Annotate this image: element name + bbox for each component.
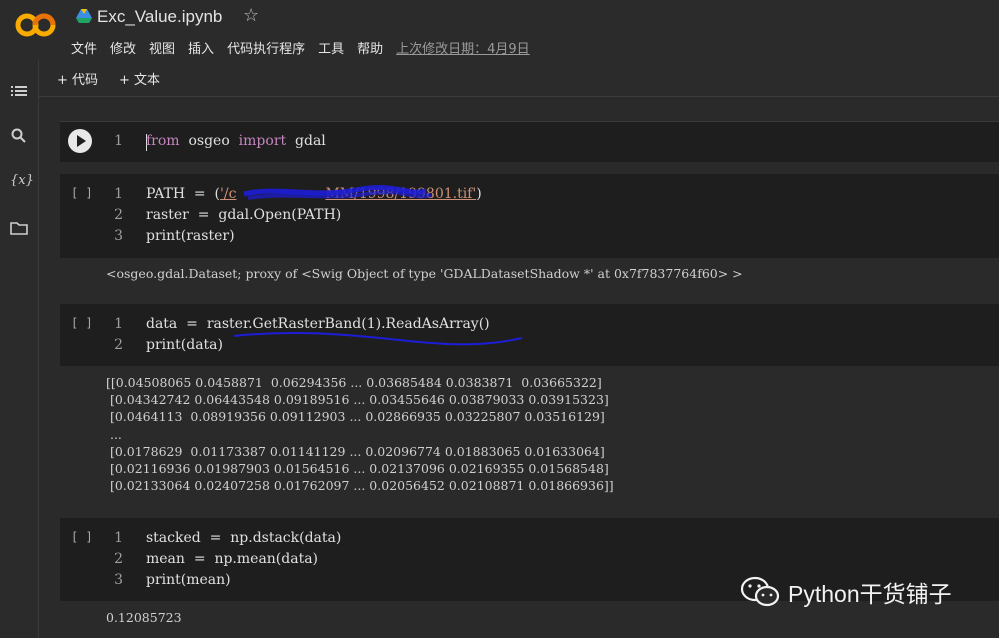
line-number: 3 bbox=[114, 572, 123, 588]
table-of-contents-icon[interactable] bbox=[10, 82, 28, 100]
code-line: print(data) bbox=[146, 337, 223, 353]
underline-scribble bbox=[233, 331, 523, 346]
code-line: raster = gdal.Open(PATH) bbox=[146, 207, 342, 223]
left-sidebar: {x} bbox=[0, 60, 39, 638]
notebook-title[interactable]: Exc_Value.ipynb bbox=[97, 7, 222, 27]
code-line: from osgeo import gdal bbox=[146, 133, 326, 149]
menu-view[interactable]: 视图 bbox=[149, 38, 175, 57]
add-text-button[interactable]: + 文本 bbox=[119, 69, 160, 88]
menu-file[interactable]: 文件 bbox=[71, 38, 97, 57]
menu-tools[interactable]: 工具 bbox=[318, 38, 344, 57]
menu-runtime[interactable]: 代码执行程序 bbox=[227, 38, 305, 57]
folder-icon[interactable] bbox=[10, 219, 28, 237]
line-number: 1 bbox=[114, 186, 123, 202]
code-line: print(raster) bbox=[146, 228, 235, 244]
code-token: osgeo bbox=[179, 133, 239, 149]
redaction-scribble bbox=[243, 184, 432, 200]
code-line: print(mean) bbox=[146, 572, 231, 588]
line-number: 2 bbox=[114, 551, 123, 567]
line-number: 1 bbox=[114, 530, 123, 546]
wechat-icon bbox=[740, 576, 780, 607]
notebook-toolbar: + 代码 + 文本 bbox=[39, 60, 999, 97]
menu-edit[interactable]: 修改 bbox=[110, 38, 136, 57]
cell-run-bracket[interactable]: [ ] bbox=[71, 530, 93, 544]
colab-logo[interactable] bbox=[14, 10, 58, 40]
cell-run-bracket[interactable]: [ ] bbox=[71, 186, 93, 200]
star-icon[interactable]: ☆ bbox=[243, 5, 259, 26]
code-line: stacked = np.dstack(data) bbox=[146, 530, 342, 546]
code-line: mean = np.mean(data) bbox=[146, 551, 319, 567]
watermark: Python干货铺子 bbox=[740, 575, 952, 609]
last-modified-link[interactable]: 上次修改日期：4月9日 bbox=[396, 38, 530, 57]
menu-bar: 文件 修改 视图 插入 代码执行程序 工具 帮助 上次修改日期：4月9日 bbox=[71, 38, 543, 57]
watermark-text: Python干货铺子 bbox=[788, 581, 952, 607]
code-token: PATH = ( bbox=[146, 186, 221, 202]
drive-icon[interactable] bbox=[76, 9, 92, 23]
code-token: '/c bbox=[220, 186, 237, 202]
cell-output: [[0.04508065 0.0458871 0.06294356 ... 0.… bbox=[106, 375, 614, 494]
line-number: 3 bbox=[114, 228, 123, 244]
cell-run-bracket[interactable]: [ ] bbox=[71, 316, 93, 330]
line-number: 2 bbox=[114, 207, 123, 223]
line-number: 2 bbox=[114, 337, 123, 353]
line-number: 1 bbox=[114, 133, 123, 149]
cell-output: <osgeo.gdal.Dataset; proxy of <Swig Obje… bbox=[106, 266, 743, 281]
code-token: gdal bbox=[286, 133, 326, 149]
run-cell-button[interactable] bbox=[68, 129, 92, 153]
code-token: import bbox=[238, 133, 287, 149]
line-number: 1 bbox=[114, 316, 123, 332]
top-bar: Exc_Value.ipynb ☆ 文件 修改 视图 插入 代码执行程序 工具 … bbox=[0, 0, 999, 60]
code-token: from bbox=[146, 133, 180, 149]
menu-insert[interactable]: 插入 bbox=[188, 38, 214, 57]
add-code-button[interactable]: + 代码 bbox=[57, 69, 98, 88]
variables-icon[interactable]: {x} bbox=[10, 173, 34, 191]
code-token: ) bbox=[476, 186, 482, 202]
search-icon[interactable] bbox=[10, 127, 28, 145]
menu-help[interactable]: 帮助 bbox=[357, 38, 383, 57]
cell-output: 0.12085723 bbox=[106, 610, 182, 625]
